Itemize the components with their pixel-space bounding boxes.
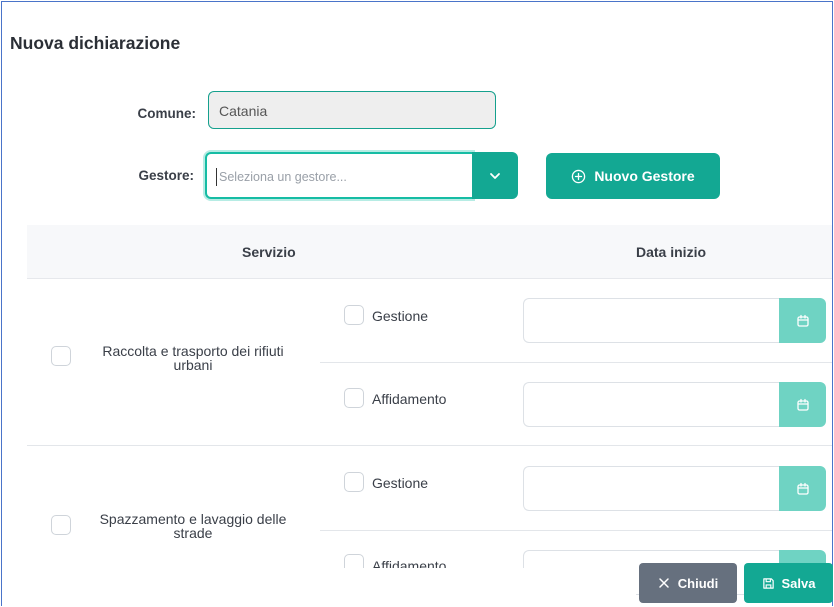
option-label-gestione: Gestione [372,475,429,491]
service-divider [27,445,832,446]
comune-value: Catania [219,103,268,119]
comune-label: Comune: [137,106,197,121]
option-label-gestione: Gestione [372,308,429,324]
scroll-clip [2,568,636,606]
close-icon [659,578,669,588]
gestore-select[interactable]: Seleziona un gestore... [205,152,518,199]
dialog-title: Nuova dichiarazione [10,33,181,53]
gestore-dropdown-button[interactable] [472,152,518,199]
gestore-placeholder: Seleziona un gestore... [219,170,347,184]
close-button-label: Chiudi [677,575,719,591]
service-label-line: urbani [173,357,213,373]
row-divider [320,530,832,531]
service-label-line: strade [173,525,213,541]
calendar-icon [796,314,809,327]
header-data-inizio: Data inizio [636,244,707,260]
date-picker-button[interactable] [779,382,826,427]
calendar-icon [796,398,809,411]
service-label-spazzamento: Spazzamento e lavaggio delle strade [78,512,308,540]
option-checkbox-gestione[interactable] [344,305,364,325]
chevron-down-icon [490,172,500,179]
date-picker-button[interactable] [779,466,826,511]
calendar-icon [796,482,809,495]
date-input-raccolta-affidamento[interactable] [523,382,780,427]
gestore-input[interactable]: Seleziona un gestore... [205,152,473,199]
save-button[interactable]: Salva [744,563,833,603]
declaration-dialog: Nuova dichiarazione Comune: Catania Gest… [1,1,833,606]
save-icon [762,577,774,589]
header-servizio: Servizio [242,244,296,260]
save-button-label: Salva [781,575,816,591]
option-checkbox-gestione[interactable] [344,472,364,492]
comune-field: Catania [208,91,496,129]
option-checkbox-affidamento[interactable] [344,388,364,408]
service-checkbox-raccolta[interactable] [51,346,71,366]
close-button[interactable]: Chiudi [639,563,737,603]
plus-circle-icon [572,169,586,183]
service-label-line: Raccolta e trasporto dei rifiuti [102,343,284,359]
gestore-label: Gestore: [138,168,194,183]
row-divider [320,362,832,363]
service-label-line: Spazzamento e lavaggio delle [99,511,287,527]
nuovo-gestore-button[interactable]: Nuovo Gestore [546,153,720,199]
date-input-raccolta-gestione[interactable] [523,298,780,343]
nuovo-gestore-label: Nuovo Gestore [594,168,695,184]
date-picker-button[interactable] [779,298,826,343]
service-checkbox-spazzamento[interactable] [51,515,71,535]
table-header: Servizio Data inizio [27,225,832,279]
service-label-raccolta: Raccolta e trasporto dei rifiuti urbani [78,344,308,372]
text-caret [216,168,217,186]
date-input-spazzamento-gestione[interactable] [523,466,780,511]
option-label-affidamento: Affidamento [372,391,447,407]
